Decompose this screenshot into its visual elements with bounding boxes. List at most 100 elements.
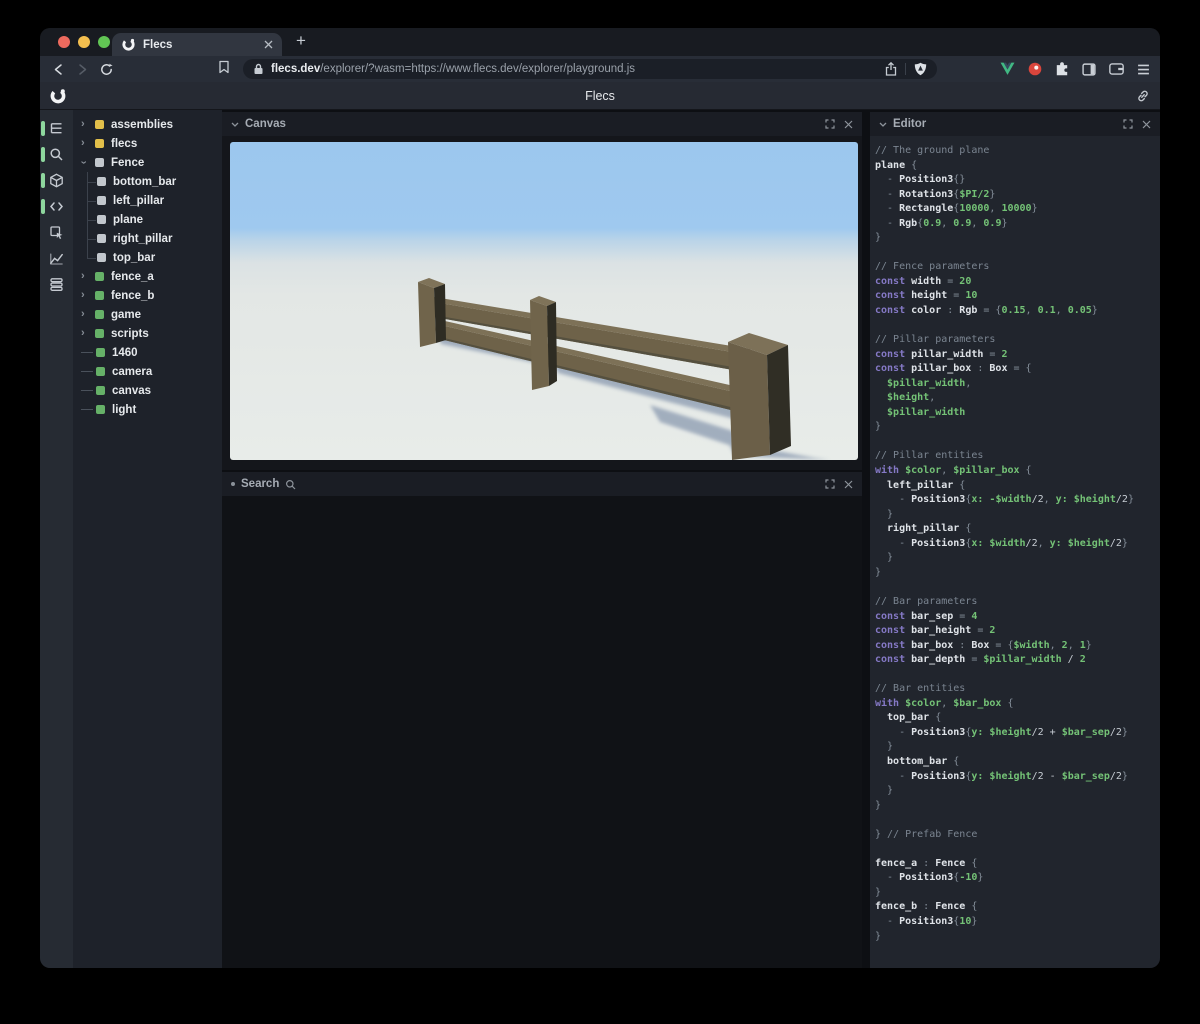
tree-item-camera[interactable]: camera [73,362,222,381]
fullscreen-icon[interactable] [825,479,835,489]
tree-item-plane[interactable]: plane [73,210,222,229]
code-line: } [875,930,882,942]
code-line: const bar_sep = 4 [875,610,978,622]
canvas-panel-title: Canvas [245,118,286,130]
share-link-icon[interactable] [1136,89,1150,108]
search-small-icon [286,479,296,489]
line-chart-icon [50,253,63,265]
code-line: } [875,566,882,578]
tree-item-label: Fence [111,156,145,169]
menu-icon[interactable] [1137,64,1150,75]
entity-color-square [96,405,105,414]
tree-item-1460[interactable]: 1460 [73,343,222,362]
browser-window: Flecs + flecs.dev/explorer/?wasm=https:/… [40,28,1160,968]
new-tab-button[interactable]: + [296,31,306,51]
active-indicator [41,173,45,188]
expander-collapsed-icon[interactable]: › [81,138,95,149]
minimize-window-button[interactable] [78,36,90,48]
canvas-panel: Canvas [222,112,862,470]
brave-shield-icon[interactable] [914,62,927,76]
tree-item-canvas[interactable]: canvas [73,381,222,400]
browser-tab[interactable]: Flecs [112,33,282,56]
expander-collapsed-icon[interactable]: › [81,271,95,282]
expander-collapsed-icon[interactable]: › [81,290,95,301]
chevron-down-icon[interactable] [231,122,239,127]
share-icon[interactable] [885,62,897,76]
sidebar-inspect-button[interactable] [40,225,73,240]
active-indicator [41,121,45,136]
tree-item-fence_a[interactable]: › fence_a [73,267,222,286]
editor-panel-title: Editor [893,118,927,130]
wallet-icon[interactable] [1109,63,1124,75]
code-line: fence_b : Fence { [875,901,978,913]
sidebar-search-button[interactable] [40,147,73,162]
extensions-puzzle-icon[interactable] [1055,62,1069,76]
reload-icon [100,63,113,75]
back-button[interactable] [46,63,70,76]
red-extension-icon[interactable] [1028,62,1042,76]
close-icon[interactable] [844,480,853,489]
close-window-button[interactable] [58,36,70,48]
fullscreen-icon[interactable] [825,119,835,129]
tree-item-scripts[interactable]: › scripts [73,324,222,343]
tree-item-label: game [111,308,142,321]
url-bar[interactable]: flecs.dev/explorer/?wasm=https://www.fle… [243,59,937,79]
tab-close-icon[interactable] [264,40,273,49]
sidebar-icon-strip [40,110,73,968]
tree-item-assemblies[interactable]: › assemblies [73,115,222,134]
close-icon[interactable] [1142,120,1151,129]
code-line: } [875,421,882,433]
tree-item-label: assemblies [111,118,174,131]
expander-collapsed-icon[interactable]: › [81,309,95,320]
url-path: /explorer/?wasm=https://www.flecs.dev/ex… [320,63,636,75]
tree-item-label: fence_a [111,270,154,283]
zoom-window-button[interactable] [98,36,110,48]
tree-item-game[interactable]: › game [73,305,222,324]
tree-connector [81,172,97,191]
sidebar-stats-button[interactable] [40,251,73,266]
bookmark-icon [219,60,229,73]
page-title: Flecs [585,89,615,103]
expander-expanded-icon[interactable]: › [77,157,95,168]
code-line: $height, [875,392,936,404]
reload-button[interactable] [94,63,118,76]
sidebar-data-button[interactable] [40,277,73,292]
database-icon [50,278,63,291]
tree-item-Fence[interactable]: › Fence [73,153,222,172]
sidebar-entity-tree-button[interactable] [40,121,73,136]
search-results-area[interactable] [222,496,862,968]
code-line: - Position3{} [875,174,966,186]
tree-item-top_bar[interactable]: top_bar [73,248,222,267]
code-line: } [875,232,882,244]
fullscreen-icon[interactable] [1123,119,1133,129]
sidebar-icon[interactable] [1082,62,1096,76]
code-line: top_bar { [875,712,942,724]
code-line: $pillar_width [875,406,966,418]
expander-collapsed-icon[interactable]: › [81,328,95,339]
expander-collapsed-icon[interactable]: › [81,119,95,130]
code-line: - Position3{-10} [875,872,984,884]
tree-item-label: flecs [111,137,138,150]
3d-viewport[interactable] [230,142,858,460]
close-icon[interactable] [844,120,853,129]
tree-item-bottom_bar[interactable]: bottom_bar [73,172,222,191]
code-area[interactable]: // The ground plane plane { - Position3{}… [870,136,1160,968]
active-indicator [41,199,45,214]
tree-item-light[interactable]: light [73,400,222,419]
tree-item-flecs[interactable]: › flecs [73,134,222,153]
chevron-down-icon[interactable] [879,122,887,127]
tree-item-fence_b[interactable]: › fence_b [73,286,222,305]
entity-color-square [96,348,105,357]
sidebar-editor-button[interactable] [40,199,73,214]
sidebar-scene-button[interactable] [40,173,73,188]
code-line: } // Prefab Fence [875,828,978,840]
tree-item-left_pillar[interactable]: left_pillar [73,191,222,210]
forward-button[interactable] [70,63,94,76]
vue-extension-icon[interactable] [1000,62,1015,76]
tree-item-right_pillar[interactable]: right_pillar [73,229,222,248]
code-line: with $color, $pillar_box { [875,465,1032,477]
code-line: const width = 20 [875,275,972,287]
bookmark-button[interactable] [218,60,230,79]
browser-toolbar: flecs.dev/explorer/?wasm=https://www.fle… [40,56,1160,82]
